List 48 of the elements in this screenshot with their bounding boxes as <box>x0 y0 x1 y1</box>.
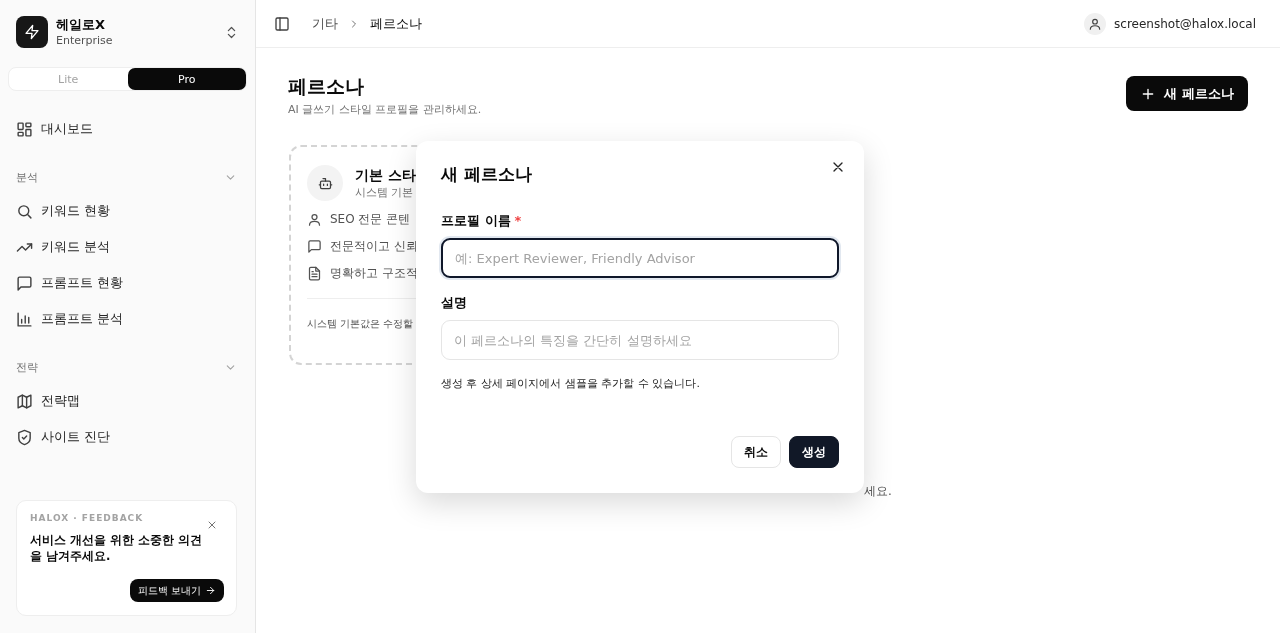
new-persona-button[interactable]: 새 페르소나 <box>1126 76 1248 111</box>
trait-text: SEO 전문 콘텐 <box>330 211 411 228</box>
robot-icon <box>307 165 343 201</box>
cancel-button[interactable]: 취소 <box>731 436 781 468</box>
shield-icon <box>16 428 33 446</box>
trait-text: 명확하고 구조적 <box>330 265 418 282</box>
arrow-icon <box>205 585 216 596</box>
search-icon <box>16 202 33 220</box>
input-field[interactable]: 예: Expert Reviewer, Friendly Advisor <box>441 238 839 278</box>
plan-name: Enterprise <box>56 32 114 48</box>
dashboard-icon <box>16 120 33 138</box>
nav-item[interactable]: 키워드 분석 <box>8 229 247 265</box>
plan-tab[interactable]: Pro <box>127 68 246 90</box>
field-label: 프로필 이름 * <box>441 212 523 230</box>
brand-name: 헤일로X <box>56 16 107 33</box>
sidebar-toggle-button[interactable] <box>274 15 290 32</box>
card-title: 기본 스타 <box>355 166 416 185</box>
required-mark: * <box>514 213 522 228</box>
trait-text: 전문적이고 신뢰 <box>330 238 418 255</box>
chat-icon <box>16 274 33 292</box>
chat-icon <box>307 239 322 254</box>
document-icon <box>307 266 322 281</box>
map-icon <box>16 392 33 410</box>
breadcrumb-item: 페르소나 <box>370 14 422 33</box>
bar-chart-icon <box>16 310 33 328</box>
feedback-eyebrow: HALOX · FEEDBACK <box>30 513 145 523</box>
nav-item[interactable]: 대시보드 <box>8 111 247 147</box>
nav-item[interactable]: 사이트 진단 <box>8 419 247 455</box>
help-text: 생성 후 상세 페이지에서 샘플을 추가할 수 있습니다. <box>441 376 701 391</box>
dialog-title: 새 페르소나 <box>441 163 533 186</box>
user-icon <box>307 212 322 227</box>
page-subtitle: AI 글쓰기 스타일 프로필을 관리하세요. <box>288 102 482 117</box>
create-button[interactable]: 생성 <box>789 436 839 468</box>
nav-item[interactable]: 프롬프트 분석 <box>8 301 247 337</box>
feedback-message: 서비스 개선을 위한 소중한 의견을 남겨주세요. <box>30 532 203 564</box>
user-email: screenshot@halox.local <box>1114 16 1256 31</box>
section-title: 분석 <box>16 169 38 185</box>
empty-hint: 세요. <box>864 483 892 500</box>
card-subtitle: 시스템 기본 <box>355 184 415 200</box>
page-title: 페르소나 <box>288 74 365 99</box>
nav-item[interactable]: 전략맵 <box>8 383 247 419</box>
breadcrumb-item[interactable]: 기타 <box>312 14 338 33</box>
nav-item[interactable]: 키워드 현황 <box>8 193 247 229</box>
nav-item[interactable]: 프롬프트 현황 <box>8 265 247 301</box>
avatar[interactable] <box>1084 12 1107 35</box>
logo-icon <box>16 16 48 48</box>
send-feedback-button[interactable]: 피드백 보내기 <box>129 579 224 602</box>
section-title: 전략 <box>16 359 38 375</box>
